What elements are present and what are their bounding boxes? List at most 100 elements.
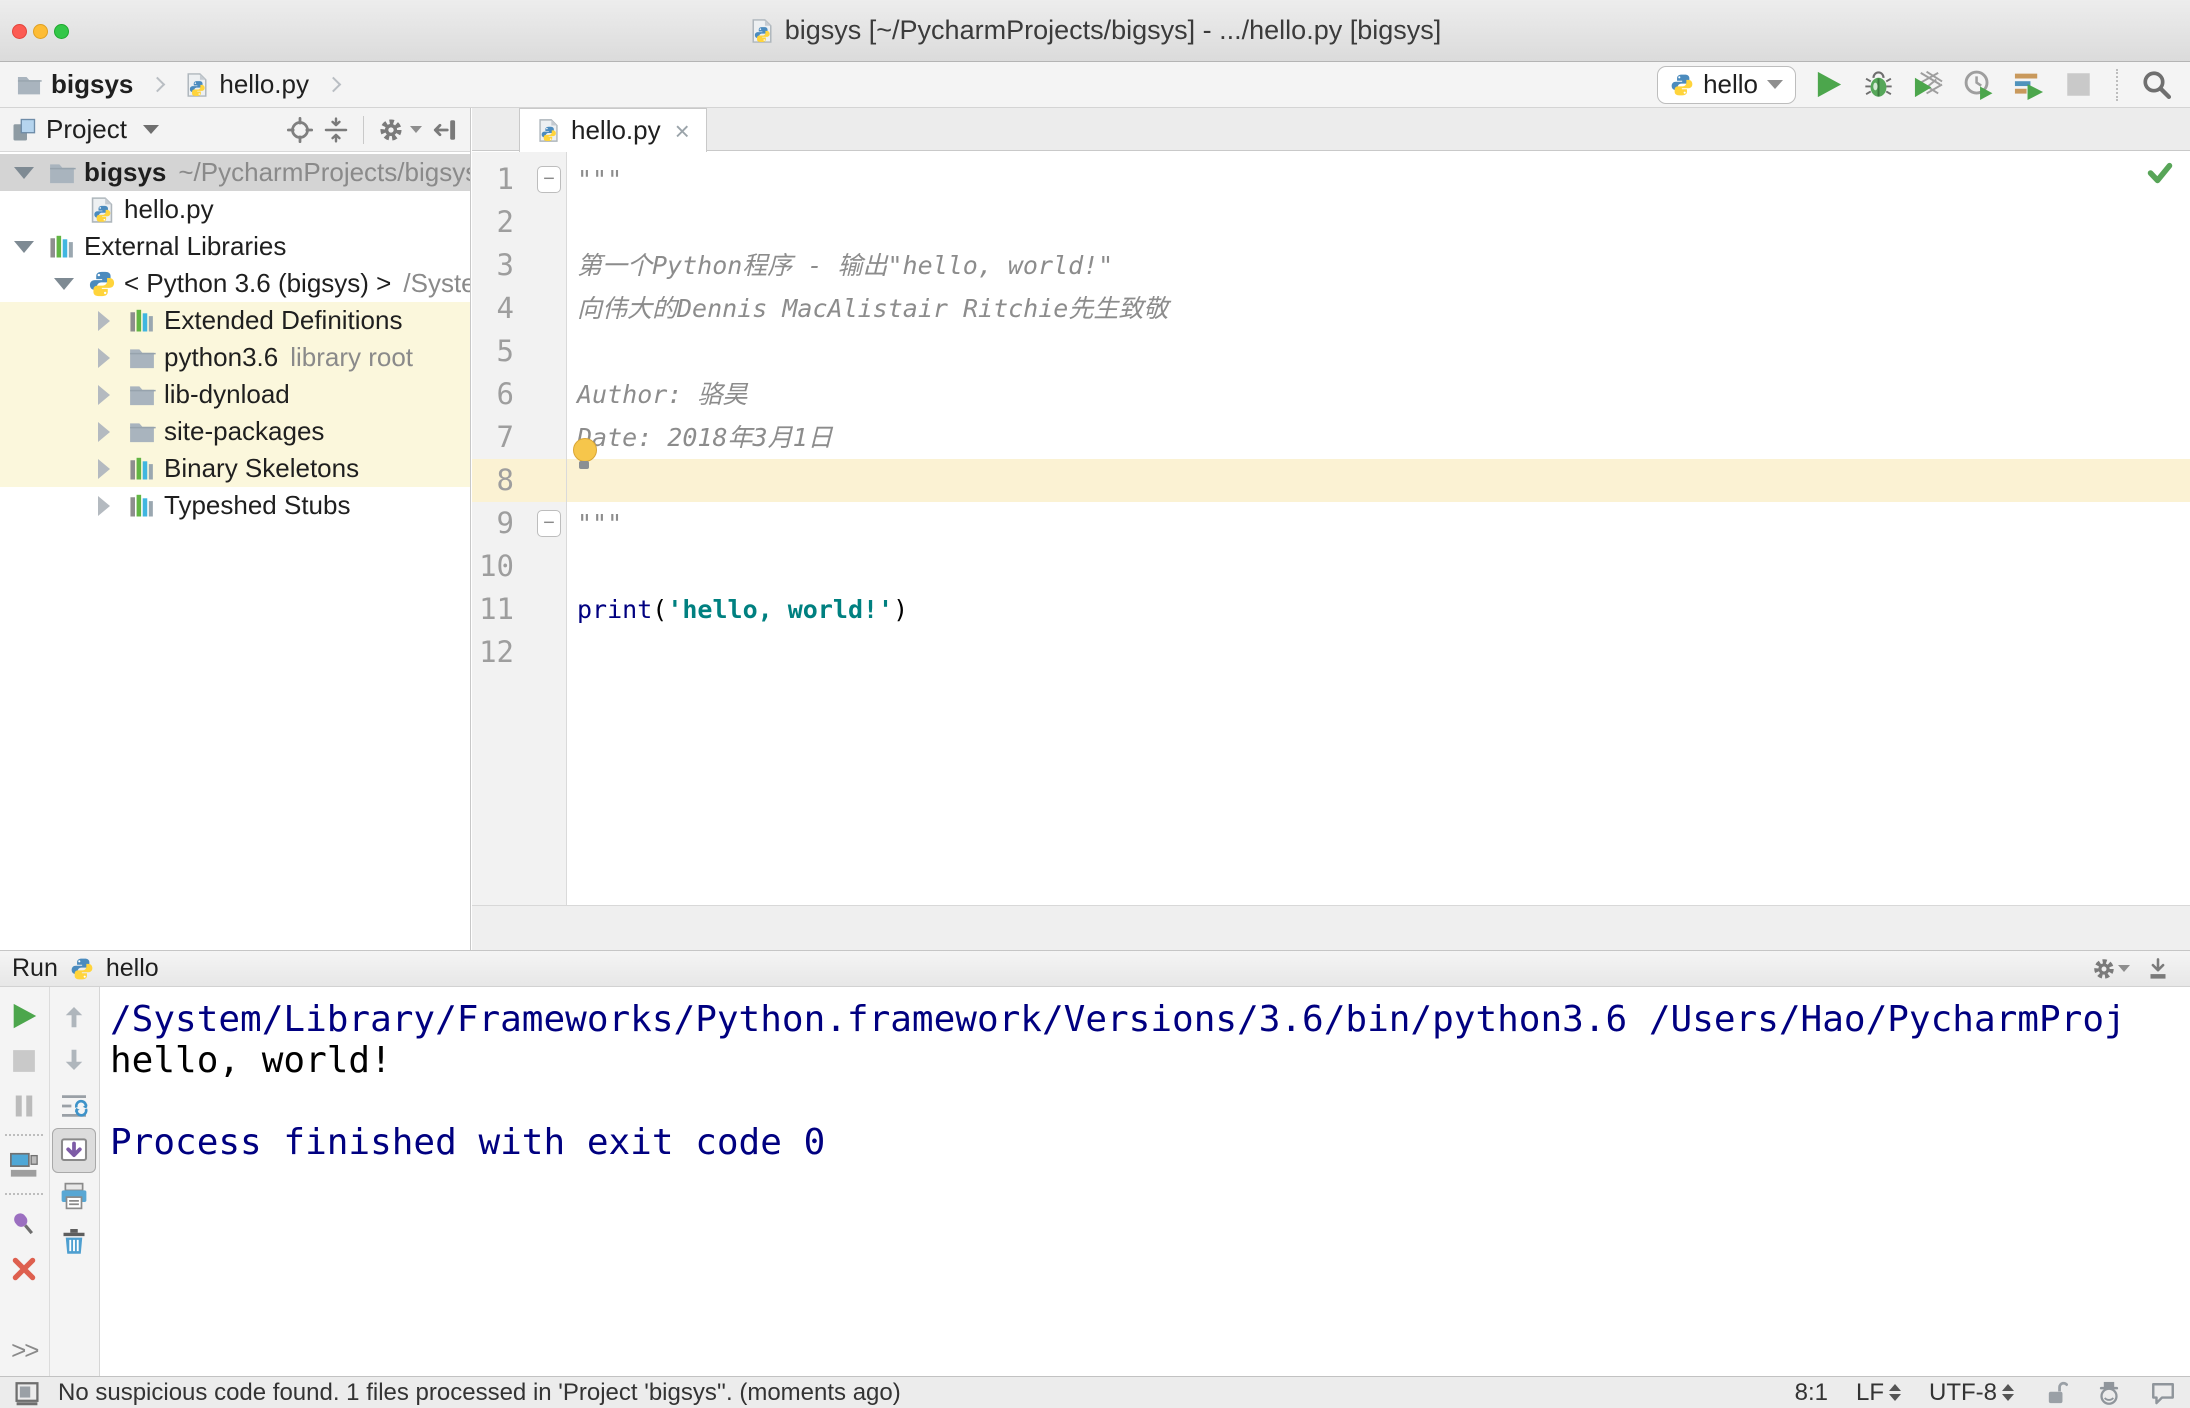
python-file-icon [536, 118, 561, 143]
line-number-2: 2 [496, 205, 514, 239]
tool-window-toggle-icon[interactable] [14, 1380, 40, 1406]
run-with-coverage-button[interactable] [1910, 67, 1946, 103]
tree-item-typeshed-stubs[interactable]: Typeshed Stubs [0, 487, 470, 524]
collapsed-arrow-icon[interactable] [88, 309, 120, 333]
pause-icon [9, 1091, 39, 1121]
line-number-6: 6 [496, 377, 514, 411]
collapsed-arrow-icon[interactable] [88, 457, 120, 481]
tab-hello-py[interactable]: hello.py × [519, 108, 707, 152]
code-area[interactable]: """ 第一个Python程序 - 输出"hello, world!" 向伟大的De… [567, 152, 2190, 905]
fold-marker-top[interactable]: − [537, 166, 561, 193]
breadcrumb-item-bigsys[interactable]: bigsys [51, 69, 133, 100]
run-settings-button[interactable] [2092, 957, 2130, 981]
breadcrumb-item-hello-py[interactable]: hello.py [219, 69, 309, 100]
tree-item-hello.py[interactable]: hello.py [0, 191, 470, 228]
stop-button[interactable] [2060, 67, 2096, 103]
tree-item-site-packages[interactable]: site-packages [0, 413, 470, 450]
scroll-to-end-button[interactable] [52, 1128, 97, 1173]
editor-horizontal-scrollbar[interactable] [472, 905, 2190, 950]
collapsed-arrow-icon[interactable] [88, 494, 120, 518]
editor-body[interactable]: 1−2 3 4 5 6 7 8 9−10 11 12 """ 第一个Python程序 - 输出"he… [472, 152, 2190, 905]
library-icon [128, 307, 156, 335]
minimize-window-button[interactable] [33, 24, 48, 39]
code-line-8 [567, 459, 2190, 502]
search-everywhere-button[interactable] [2138, 67, 2174, 103]
line-number-10: 10 [479, 549, 514, 583]
scroll-to-end-icon [59, 1136, 89, 1166]
profile-button[interactable] [1960, 67, 1996, 103]
collapsed-arrow-icon[interactable] [88, 420, 120, 444]
chevron-down-icon [1767, 80, 1783, 89]
zoom-window-button[interactable] [54, 24, 69, 39]
python-icon [1670, 73, 1694, 97]
tree-item-extended-definitions[interactable]: Extended Definitions [0, 302, 470, 339]
pause-output-button[interactable] [2, 1083, 46, 1128]
chevron-down-icon[interactable] [142, 125, 159, 134]
close-run-panel-button[interactable] [2, 1246, 46, 1291]
hide-run-panel-icon[interactable] [2146, 957, 2170, 981]
run-panel-config-name[interactable]: hello [106, 954, 159, 983]
stop-process-button[interactable] [2, 1038, 46, 1083]
run-console[interactable]: /System/Library/Frameworks/Python.framew… [100, 987, 2190, 1376]
close-window-button[interactable] [12, 24, 27, 39]
locate-file-icon[interactable] [287, 117, 313, 143]
unlock-icon[interactable] [2042, 1380, 2068, 1406]
clear-console-button[interactable] [52, 1218, 96, 1263]
run-button[interactable] [1810, 67, 1846, 103]
more-actions-button[interactable]: >> [11, 1335, 39, 1366]
pin-tab-button[interactable] [2, 1201, 46, 1246]
gear-icon [2092, 957, 2116, 981]
line-separator-widget[interactable]: LF [1856, 1379, 1901, 1407]
rerun-button[interactable] [2, 993, 46, 1038]
tree-item-lib-dynload[interactable]: lib-dynload [0, 376, 470, 413]
caret-position-widget[interactable]: 8:1 [1795, 1379, 1828, 1407]
tree-item-binary-skeletons[interactable]: Binary Skeletons [0, 450, 470, 487]
printer-icon [59, 1181, 89, 1211]
tree-item-python3.6[interactable]: python3.6 library root [0, 339, 470, 376]
python-icon [70, 957, 94, 981]
tree-item-python-3.6-bigsys[interactable]: < Python 3.6 (bigsys) > /System [0, 265, 470, 302]
toolbar-separator [5, 1134, 44, 1136]
run-panel-title[interactable]: Run [12, 954, 58, 983]
navigation-bar: bigsys hello.py hello [0, 62, 2190, 108]
restore-layout-button[interactable] [2, 1142, 46, 1187]
gear-icon[interactable] [378, 117, 404, 143]
editor-gutter[interactable]: 1−2 3 4 5 6 7 8 9−10 11 12 [472, 152, 567, 905]
run-toolbar: >> [0, 987, 100, 1376]
expanded-arrow-icon[interactable] [48, 272, 80, 296]
hide-panel-icon[interactable] [432, 117, 458, 143]
fold-marker-bottom[interactable]: − [537, 510, 561, 537]
prev-occurrence-button[interactable] [52, 993, 96, 1038]
intention-bulb-icon[interactable] [571, 438, 597, 472]
toolbar-separator [2116, 68, 2118, 101]
collapsed-arrow-icon[interactable] [88, 383, 120, 407]
expanded-arrow-icon[interactable] [8, 235, 40, 259]
soft-wrap-button[interactable] [52, 1083, 96, 1128]
concurrency-diagram-button[interactable] [2010, 67, 2046, 103]
run-configuration-selector[interactable]: hello [1657, 65, 1796, 104]
console-line-3 [110, 1081, 2190, 1122]
bug-icon [1863, 69, 1894, 100]
inspections-ok-check-icon[interactable] [2146, 158, 2174, 186]
hector-inspections-icon[interactable] [2096, 1380, 2122, 1406]
code-line-4: 向伟大的Dennis MacAlistair Ritchie先生致敬 [577, 294, 1169, 323]
collapse-all-icon[interactable] [323, 117, 349, 143]
next-occurrence-button[interactable] [52, 1038, 96, 1083]
close-tab-icon[interactable]: × [675, 118, 690, 144]
debug-button[interactable] [1860, 67, 1896, 103]
line-number-4: 4 [496, 291, 514, 325]
event-log-bubble-icon[interactable] [2150, 1380, 2176, 1406]
tree-item-external-libraries[interactable]: External Libraries [0, 228, 470, 265]
tree-item-hint: ~/PycharmProjects/bigsys [178, 157, 470, 187]
collapsed-arrow-icon[interactable] [88, 346, 120, 370]
run-icon [9, 1001, 39, 1031]
expanded-arrow-icon[interactable] [8, 161, 40, 185]
print-button[interactable] [52, 1173, 96, 1218]
project-panel-title[interactable]: Project [46, 114, 127, 145]
run-icon [1813, 69, 1844, 100]
encoding-widget[interactable]: UTF-8 [1929, 1379, 2014, 1407]
coverage-icon [1913, 69, 1944, 100]
soft-wrap-icon [59, 1091, 89, 1121]
tree-item-bigsys[interactable]: bigsys ~/PycharmProjects/bigsys [0, 154, 470, 191]
